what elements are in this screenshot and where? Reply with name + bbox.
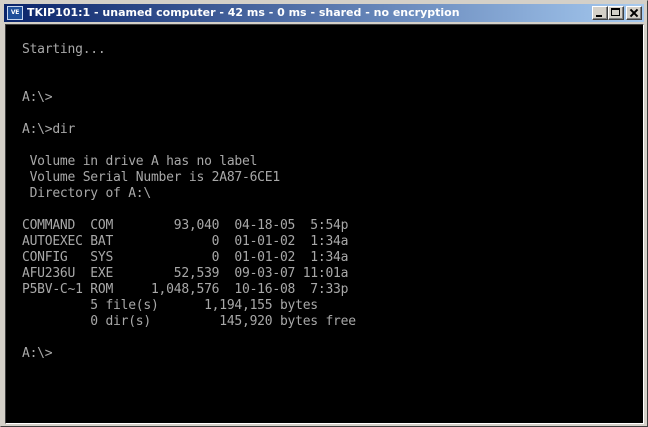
console-line: A:\>dir bbox=[22, 122, 76, 137]
minimize-button[interactable] bbox=[592, 6, 608, 20]
remote-console-icon[interactable]: VE bbox=[7, 6, 23, 20]
console-line: P5BV-C~1 ROM 1,048,576 10-16-08 7:33p bbox=[22, 282, 349, 297]
console-line: AFU236U EXE 52,539 09-03-07 11:01a bbox=[22, 266, 349, 281]
console-line: Directory of A:\ bbox=[22, 186, 152, 201]
console-line: AUTOEXEC BAT 0 01-01-02 1:34a bbox=[22, 234, 349, 249]
console-screen[interactable]: Starting... A:\> A:\>dir Volume in drive A… bbox=[5, 24, 644, 424]
maximize-button[interactable] bbox=[608, 6, 624, 20]
maximize-icon bbox=[611, 8, 620, 16]
console-line: 0 dir(s) 145,920 bytes free bbox=[22, 314, 356, 329]
console-line: CONFIG SYS 0 01-01-02 1:34a bbox=[22, 250, 349, 265]
window-title: TKIP101:1 - unamed computer - 42 ms - 0 … bbox=[27, 6, 460, 19]
title-bar[interactable]: VE TKIP101:1 - unamed computer - 42 ms -… bbox=[4, 4, 644, 22]
console-line: A:\> bbox=[22, 90, 53, 105]
close-icon bbox=[630, 9, 638, 17]
minimize-icon bbox=[596, 15, 602, 17]
remote-console-window: VE TKIP101:1 - unamed computer - 42 ms -… bbox=[0, 0, 648, 427]
console-line: Starting... bbox=[22, 42, 106, 57]
console-line: 5 file(s) 1,194,155 bytes bbox=[22, 298, 318, 313]
console-line: A:\> bbox=[22, 346, 53, 361]
console-line: COMMAND COM 93,040 04-18-05 5:54p bbox=[22, 218, 349, 233]
console-line: Volume in drive A has no label bbox=[22, 154, 258, 169]
console-output: Starting... A:\> A:\>dir Volume in drive A… bbox=[22, 42, 356, 362]
console-line: Volume Serial Number is 2A87-6CE1 bbox=[22, 170, 281, 185]
close-button[interactable] bbox=[626, 6, 642, 20]
